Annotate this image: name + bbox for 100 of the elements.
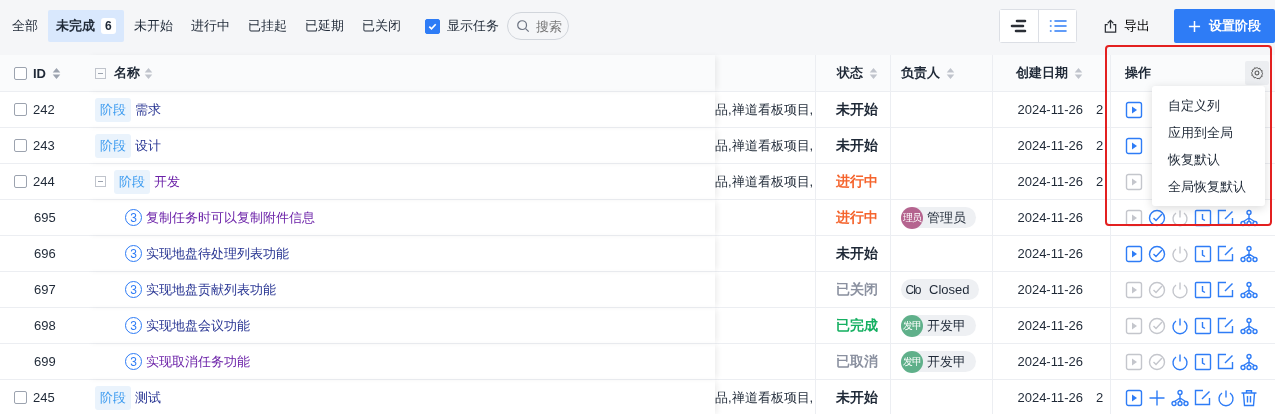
product-cell: 品,禅道看板项目, <box>715 100 814 119</box>
export-button[interactable]: 导出 <box>1095 10 1158 42</box>
play-icon[interactable] <box>1125 244 1143 263</box>
check-circle-icon[interactable] <box>1148 208 1166 227</box>
hierarchy-icon[interactable] <box>1171 388 1189 407</box>
collapse-icon[interactable] <box>95 67 106 79</box>
product-cell: 品,禅道看板项目, <box>715 172 814 191</box>
id-cell: 697 <box>34 282 56 297</box>
table-cell: 2 <box>1096 390 1104 405</box>
status-cell: 未开始 <box>836 244 878 263</box>
play-icon[interactable] <box>1125 100 1143 119</box>
hierarchy-icon[interactable] <box>1240 244 1258 263</box>
power-icon[interactable] <box>1171 316 1189 335</box>
edit-icon[interactable] <box>1217 316 1235 335</box>
select-all-checkbox[interactable] <box>14 66 27 80</box>
task-link[interactable]: 实现地盘待处理列表功能 <box>146 244 289 263</box>
owner-name: Closed <box>929 282 970 297</box>
trash-icon[interactable] <box>1240 388 1258 407</box>
row-checkbox[interactable] <box>14 103 27 116</box>
column-header[interactable]: 状态 <box>837 64 863 82</box>
hierarchy-icon[interactable] <box>1240 316 1258 335</box>
hierarchy-icon[interactable] <box>1240 352 1258 371</box>
task-link[interactable]: 复制任务时可以复制附件信息 <box>146 208 315 227</box>
menu-item[interactable]: 全局恢复默认 <box>1152 173 1265 200</box>
status-cell: 已完成 <box>836 316 878 335</box>
gantt-icon <box>1010 19 1028 33</box>
filter-tab[interactable]: 未开始 <box>125 10 181 42</box>
expand-toggle-icon[interactable] <box>95 176 106 187</box>
set-stage-button[interactable]: 设置阶段 <box>1174 9 1275 43</box>
task-link[interactable]: 实现地盘贡献列表功能 <box>146 280 276 299</box>
hierarchy-icon[interactable] <box>1240 208 1258 227</box>
plus-icon[interactable] <box>1148 388 1166 407</box>
list-icon <box>1048 19 1067 33</box>
column-header[interactable]: 名称 <box>114 64 140 82</box>
avatar: 发甲 <box>901 350 923 373</box>
date-cell: 2024-11-26 <box>1017 102 1083 117</box>
date-cell: 2024-11-26 <box>1017 354 1083 369</box>
task-link[interactable]: 设计 <box>135 136 161 155</box>
menu-item[interactable]: 自定义列 <box>1152 92 1265 119</box>
column-header[interactable]: ID <box>33 65 46 81</box>
stage-tag: 阶段 <box>114 169 150 194</box>
column-header[interactable]: 负责人 <box>901 64 940 82</box>
task-link[interactable]: 实现地盘会议功能 <box>146 316 250 335</box>
power-icon[interactable] <box>1171 352 1189 371</box>
owner-name: 管理员 <box>927 208 966 227</box>
date-cell: 2024-11-26 <box>1017 318 1083 333</box>
id-cell: 699 <box>34 354 56 369</box>
id-cell: 698 <box>34 318 56 333</box>
clock-icon[interactable] <box>1194 244 1212 263</box>
task-link[interactable]: 实现取消任务功能 <box>146 352 250 371</box>
date-cell: 2024-11-26 <box>1017 390 1083 405</box>
date-cell: 2024-11-26 <box>1017 282 1083 297</box>
row-checkbox[interactable] <box>14 139 27 152</box>
filter-tab[interactable]: 已延期 <box>296 10 352 42</box>
status-cell: 已取消 <box>836 352 878 371</box>
filter-tab[interactable]: 已挂起 <box>239 10 295 42</box>
date-cell: 2024-11-26 <box>1017 210 1083 225</box>
id-cell: 243 <box>33 138 55 153</box>
table-cell: 2 <box>1096 138 1104 153</box>
power-icon[interactable] <box>1217 388 1235 407</box>
table-cell: 2 <box>1096 102 1104 117</box>
filter-tab[interactable]: 未完成 6 <box>48 10 124 42</box>
show-tasks-checkbox[interactable] <box>424 18 440 34</box>
edit-icon[interactable] <box>1217 280 1235 299</box>
date-cell: 2024-11-26 <box>1017 138 1083 153</box>
clock-icon[interactable] <box>1194 280 1212 299</box>
count-badge: 6 <box>101 18 116 34</box>
menu-item[interactable]: 恢复默认 <box>1152 146 1265 173</box>
edit-icon[interactable] <box>1194 388 1212 407</box>
avatar: 理员 <box>901 206 923 229</box>
menu-item[interactable]: 应用到全局 <box>1152 119 1265 146</box>
row-checkbox[interactable] <box>14 391 27 404</box>
filter-tab[interactable]: 全部 <box>4 10 46 42</box>
play-icon[interactable] <box>1125 136 1143 155</box>
clock-icon[interactable] <box>1194 208 1212 227</box>
status-cell: 未开始 <box>836 100 878 119</box>
check-circle-icon[interactable] <box>1148 244 1166 263</box>
sort-icon[interactable] <box>52 66 61 80</box>
clock-icon[interactable] <box>1194 352 1212 371</box>
clock-icon[interactable] <box>1194 316 1212 335</box>
hierarchy-icon[interactable] <box>1240 280 1258 299</box>
filter-tab[interactable]: 已关闭 <box>353 10 409 42</box>
task-link[interactable]: 需求 <box>135 100 161 119</box>
date-cell: 2024-11-26 <box>1017 246 1083 261</box>
edit-icon[interactable] <box>1217 352 1235 371</box>
play-icon[interactable] <box>1125 388 1143 407</box>
status-cell: 进行中 <box>836 208 878 227</box>
edit-icon[interactable] <box>1217 244 1235 263</box>
status-cell: 未开始 <box>836 136 878 155</box>
filter-tab[interactable]: 进行中 <box>182 10 238 42</box>
gear-icon <box>1250 66 1264 80</box>
edit-icon[interactable] <box>1217 208 1235 227</box>
id-cell: 242 <box>33 102 55 117</box>
search-field[interactable]: 搜索 <box>506 12 569 40</box>
plus-icon <box>1188 19 1201 33</box>
task-link[interactable]: 测试 <box>135 388 161 407</box>
row-checkbox[interactable] <box>14 175 27 188</box>
settings-button[interactable] <box>1245 61 1269 85</box>
task-link[interactable]: 开发 <box>154 172 180 191</box>
column-header[interactable]: 创建日期 <box>1016 64 1068 82</box>
